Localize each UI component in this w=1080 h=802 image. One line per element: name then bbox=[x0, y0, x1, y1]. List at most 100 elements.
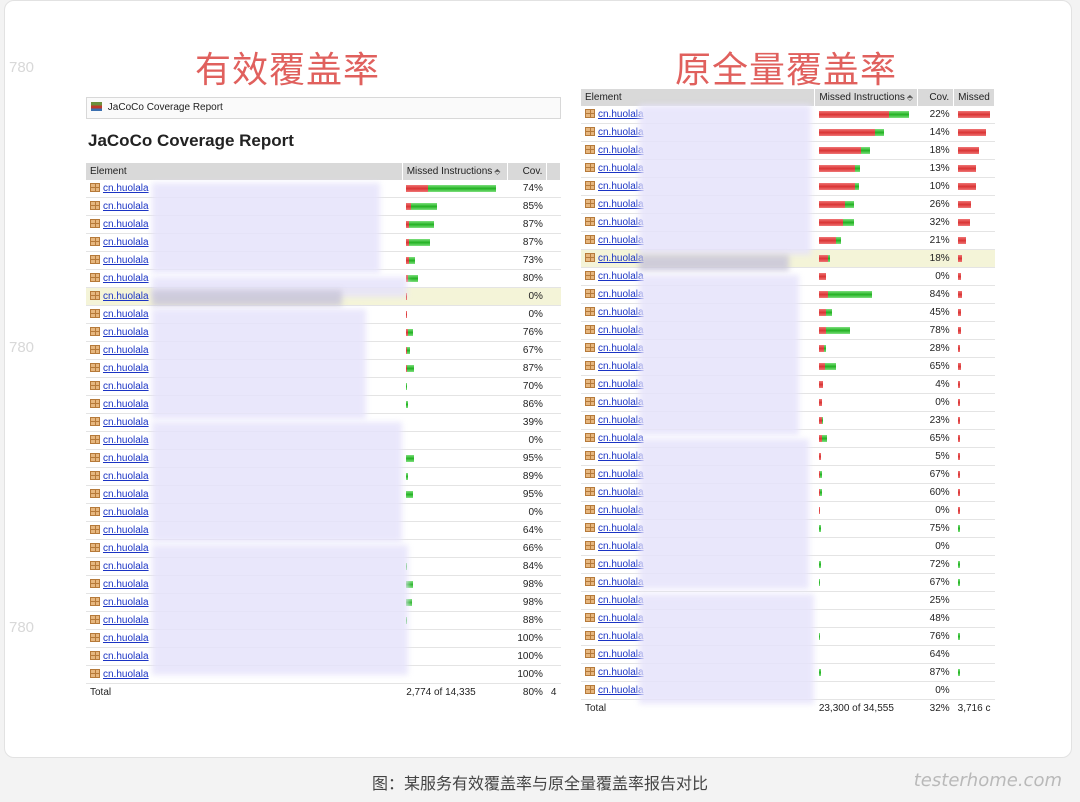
package-link[interactable]: cn.huolala bbox=[103, 435, 149, 446]
package-link[interactable]: cn.huolala bbox=[598, 127, 644, 138]
package-link[interactable]: cn.huolala bbox=[598, 577, 644, 588]
package-link[interactable]: cn.huolala bbox=[103, 219, 149, 230]
table-row[interactable]: cn.huolala 23% bbox=[581, 411, 995, 430]
package-link[interactable]: cn.huolala bbox=[103, 345, 149, 356]
table-row[interactable]: cn.huolala 10% bbox=[581, 177, 995, 196]
package-link[interactable]: cn.huolala bbox=[103, 291, 149, 302]
table-row[interactable]: cn.huolala 98% bbox=[86, 593, 561, 612]
package-link[interactable]: cn.huolala bbox=[598, 235, 644, 246]
package-link[interactable]: cn.huolala bbox=[103, 363, 149, 374]
package-link[interactable]: cn.huolala bbox=[598, 397, 644, 408]
table-row[interactable]: cn.huolala 65% bbox=[581, 357, 995, 376]
table-row[interactable]: cn.huolala 75% bbox=[581, 519, 995, 538]
table-row[interactable]: cn.huolala 0% bbox=[581, 537, 995, 556]
package-link[interactable]: cn.huolala bbox=[598, 595, 644, 606]
package-link[interactable]: cn.huolala bbox=[598, 325, 644, 336]
table-row[interactable]: cn.huolala 45% bbox=[581, 303, 995, 322]
package-link[interactable]: cn.huolala bbox=[598, 505, 644, 516]
package-link[interactable]: cn.huolala bbox=[598, 559, 644, 570]
package-link[interactable]: cn.huolala bbox=[103, 381, 149, 392]
package-link[interactable]: cn.huolala bbox=[598, 217, 644, 228]
column-header-missed-instructions[interactable]: Missed Instructions ⬘ bbox=[814, 89, 919, 106]
table-row[interactable]: cn.huolala 85% bbox=[86, 197, 561, 216]
table-row[interactable]: cn.huolala 5% bbox=[581, 447, 995, 466]
breadcrumb[interactable]: JaCoCo Coverage Report bbox=[86, 97, 561, 119]
table-row[interactable]: cn.huolala 100% bbox=[86, 665, 561, 684]
package-link[interactable]: cn.huolala bbox=[598, 523, 644, 534]
package-link[interactable]: cn.huolala bbox=[598, 487, 644, 498]
table-row[interactable]: cn.huolala 89% bbox=[86, 467, 561, 486]
table-row[interactable]: cn.huolala 67% bbox=[581, 465, 995, 484]
package-link[interactable]: cn.huolala bbox=[103, 327, 149, 338]
package-link[interactable]: cn.huolala bbox=[103, 543, 149, 554]
table-row[interactable]: cn.huolala 25% bbox=[581, 591, 995, 610]
package-link[interactable]: cn.huolala bbox=[103, 615, 149, 626]
package-link[interactable]: cn.huolala bbox=[598, 307, 644, 318]
package-link[interactable]: cn.huolala bbox=[598, 451, 644, 462]
package-link[interactable]: cn.huolala bbox=[103, 579, 149, 590]
table-row[interactable]: cn.huolala 4% bbox=[581, 375, 995, 394]
package-link[interactable]: cn.huolala bbox=[598, 649, 644, 660]
table-row[interactable]: cn.huolala 88% bbox=[86, 611, 561, 630]
column-header-coverage[interactable]: Cov. bbox=[917, 89, 955, 106]
table-row[interactable]: cn.huolala 22% bbox=[581, 106, 995, 124]
table-row[interactable]: cn.huolala 74% bbox=[86, 180, 561, 198]
table-row[interactable]: cn.huolala 95% bbox=[86, 449, 561, 468]
table-row[interactable]: cn.huolala 67% bbox=[581, 573, 995, 592]
package-link[interactable]: cn.huolala bbox=[103, 399, 149, 410]
table-row[interactable]: cn.huolala 64% bbox=[581, 645, 995, 664]
package-link[interactable]: cn.huolala bbox=[103, 471, 149, 482]
table-row[interactable]: cn.huolala 80% bbox=[86, 269, 561, 288]
table-row[interactable]: cn.huolala 100% bbox=[86, 629, 561, 648]
table-row[interactable]: cn.huolala 65% bbox=[581, 429, 995, 448]
package-link[interactable]: cn.huolala bbox=[598, 631, 644, 642]
package-link[interactable]: cn.huolala bbox=[103, 507, 149, 518]
table-row[interactable]: cn.huolala 76% bbox=[86, 323, 561, 342]
table-row[interactable]: cn.huolala 60% bbox=[581, 483, 995, 502]
column-header-coverage[interactable]: Cov. bbox=[507, 163, 548, 180]
table-row[interactable]: cn.huolala 87% bbox=[86, 359, 561, 378]
table-row[interactable]: cn.huolala 18% bbox=[581, 249, 995, 268]
table-row[interactable]: cn.huolala 28% bbox=[581, 339, 995, 358]
package-link[interactable]: cn.huolala bbox=[103, 183, 149, 194]
column-header-element[interactable]: Element bbox=[581, 89, 816, 106]
table-row[interactable]: cn.huolala 67% bbox=[86, 341, 561, 360]
package-link[interactable]: cn.huolala bbox=[103, 651, 149, 662]
table-row[interactable]: cn.huolala 95% bbox=[86, 485, 561, 504]
package-link[interactable]: cn.huolala bbox=[598, 685, 644, 696]
table-row[interactable]: cn.huolala 0% bbox=[581, 393, 995, 412]
package-link[interactable]: cn.huolala bbox=[598, 379, 644, 390]
table-row[interactable]: cn.huolala 64% bbox=[86, 521, 561, 540]
package-link[interactable]: cn.huolala bbox=[598, 667, 644, 678]
table-row[interactable]: cn.huolala 86% bbox=[86, 395, 561, 414]
table-row[interactable]: cn.huolala 0% bbox=[86, 305, 561, 324]
package-link[interactable]: cn.huolala bbox=[598, 541, 644, 552]
table-row[interactable]: cn.huolala 18% bbox=[581, 141, 995, 160]
table-row[interactable]: cn.huolala 0% bbox=[581, 681, 995, 700]
package-link[interactable]: cn.huolala bbox=[103, 453, 149, 464]
table-row[interactable]: cn.huolala 78% bbox=[581, 321, 995, 340]
table-row[interactable]: cn.huolala 26% bbox=[581, 195, 995, 214]
package-link[interactable]: cn.huolala bbox=[598, 163, 644, 174]
column-header-missed-branches[interactable] bbox=[546, 163, 561, 180]
table-row[interactable]: cn.huolala 87% bbox=[581, 663, 995, 682]
table-row[interactable]: cn.huolala 0% bbox=[86, 503, 561, 522]
table-row[interactable]: cn.huolala 0% bbox=[86, 431, 561, 450]
package-link[interactable]: cn.huolala bbox=[598, 289, 644, 300]
package-link[interactable]: cn.huolala bbox=[598, 181, 644, 192]
column-header-element[interactable]: Element bbox=[86, 163, 403, 180]
table-row[interactable]: cn.huolala 84% bbox=[581, 285, 995, 304]
package-link[interactable]: cn.huolala bbox=[103, 525, 149, 536]
table-row[interactable]: cn.huolala 13% bbox=[581, 159, 995, 178]
package-link[interactable]: cn.huolala bbox=[103, 633, 149, 644]
table-row[interactable]: cn.huolala 32% bbox=[581, 213, 995, 232]
table-row[interactable]: cn.huolala 73% bbox=[86, 251, 561, 270]
package-link[interactable]: cn.huolala bbox=[598, 361, 644, 372]
package-link[interactable]: cn.huolala bbox=[103, 201, 149, 212]
package-link[interactable]: cn.huolala bbox=[598, 415, 644, 426]
table-row[interactable]: cn.huolala 72% bbox=[581, 555, 995, 574]
package-link[interactable]: cn.huolala bbox=[103, 597, 149, 608]
table-row[interactable]: cn.huolala 48% bbox=[581, 609, 995, 628]
column-header-missed-instructions[interactable]: Missed Instructions ⬘ bbox=[402, 163, 508, 180]
table-row[interactable]: cn.huolala 70% bbox=[86, 377, 561, 396]
